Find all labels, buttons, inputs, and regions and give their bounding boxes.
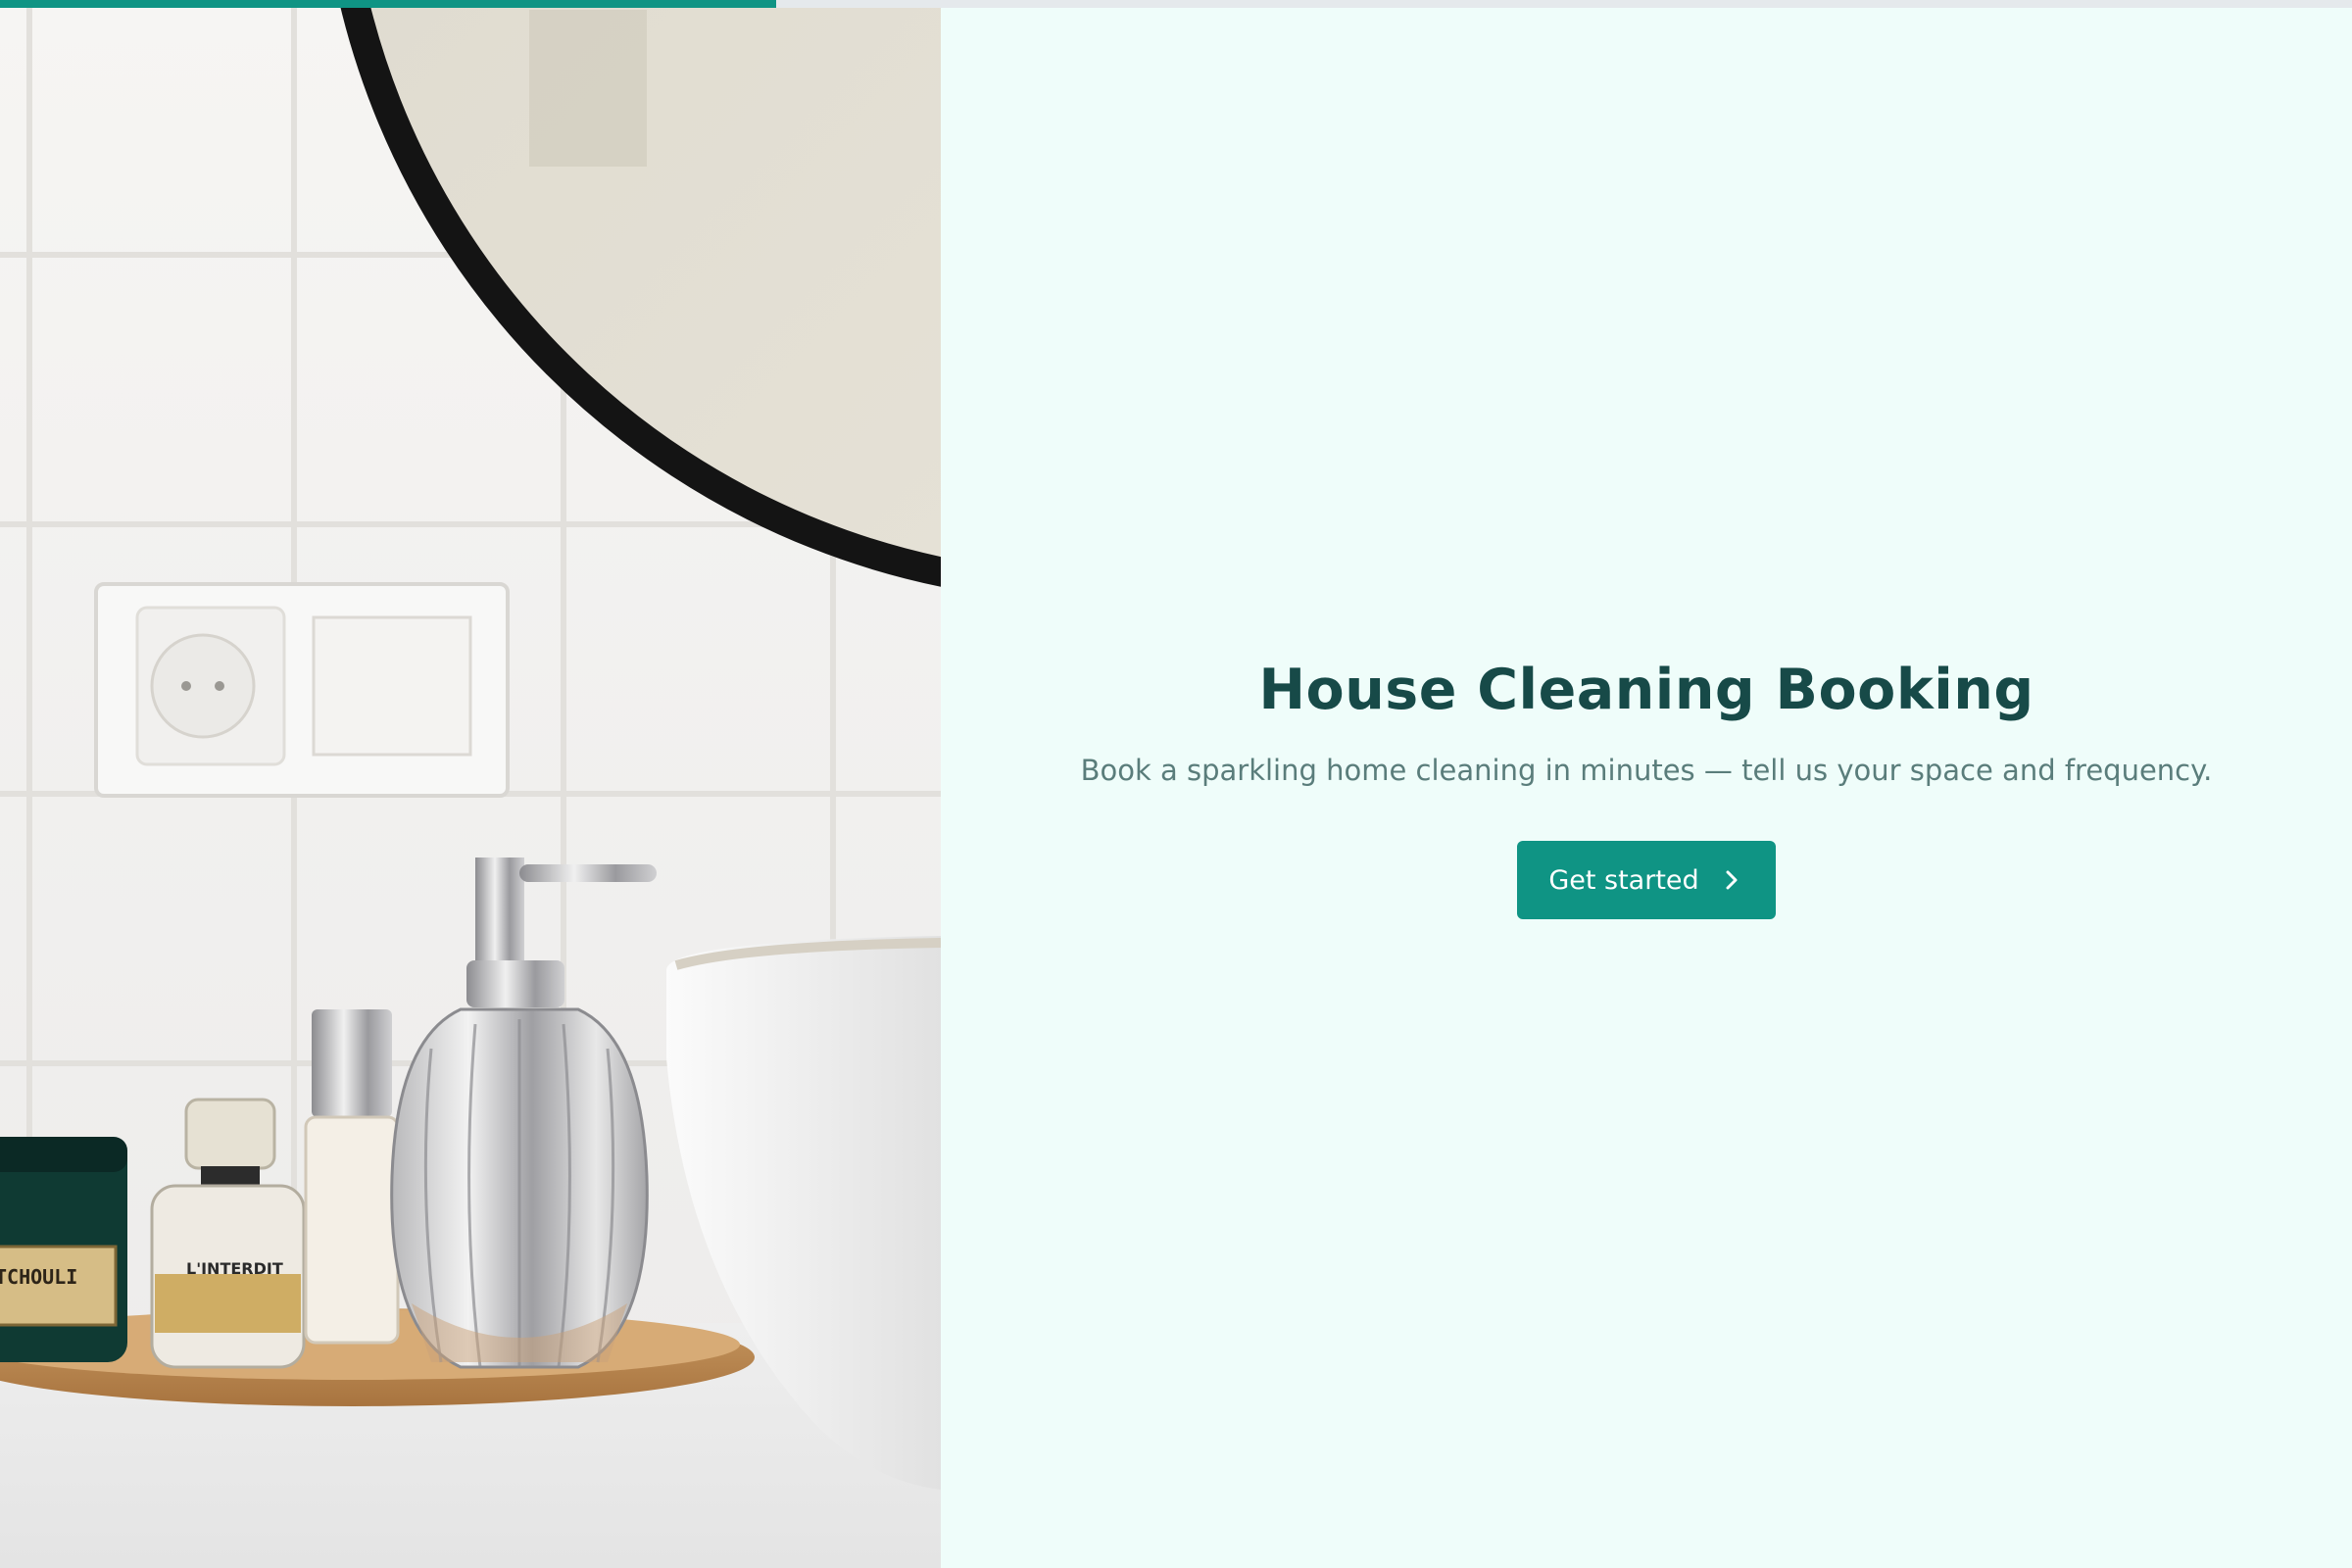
jar-label: TCHOULI xyxy=(0,1265,77,1289)
main-content: House Cleaning Booking Book a sparkling … xyxy=(941,0,2352,1568)
chevron-right-icon xyxy=(1725,869,1739,891)
progress-bar xyxy=(0,0,2352,8)
page: TCHOULI L'INTERDIT House Cleaning Bookin… xyxy=(0,0,2352,1568)
page-title: House Cleaning Booking xyxy=(1258,657,2034,722)
get-started-button[interactable]: Get started xyxy=(1517,841,1776,920)
progress-bar-fill xyxy=(0,0,776,8)
bathroom-photo: TCHOULI L'INTERDIT xyxy=(0,0,941,1568)
perfume-label: L'INTERDIT xyxy=(186,1259,283,1278)
get-started-label: Get started xyxy=(1548,864,1699,896)
page-subtitle: Book a sparkling home cleaning in minute… xyxy=(1080,754,2213,788)
hero-image: TCHOULI L'INTERDIT xyxy=(0,0,941,1568)
